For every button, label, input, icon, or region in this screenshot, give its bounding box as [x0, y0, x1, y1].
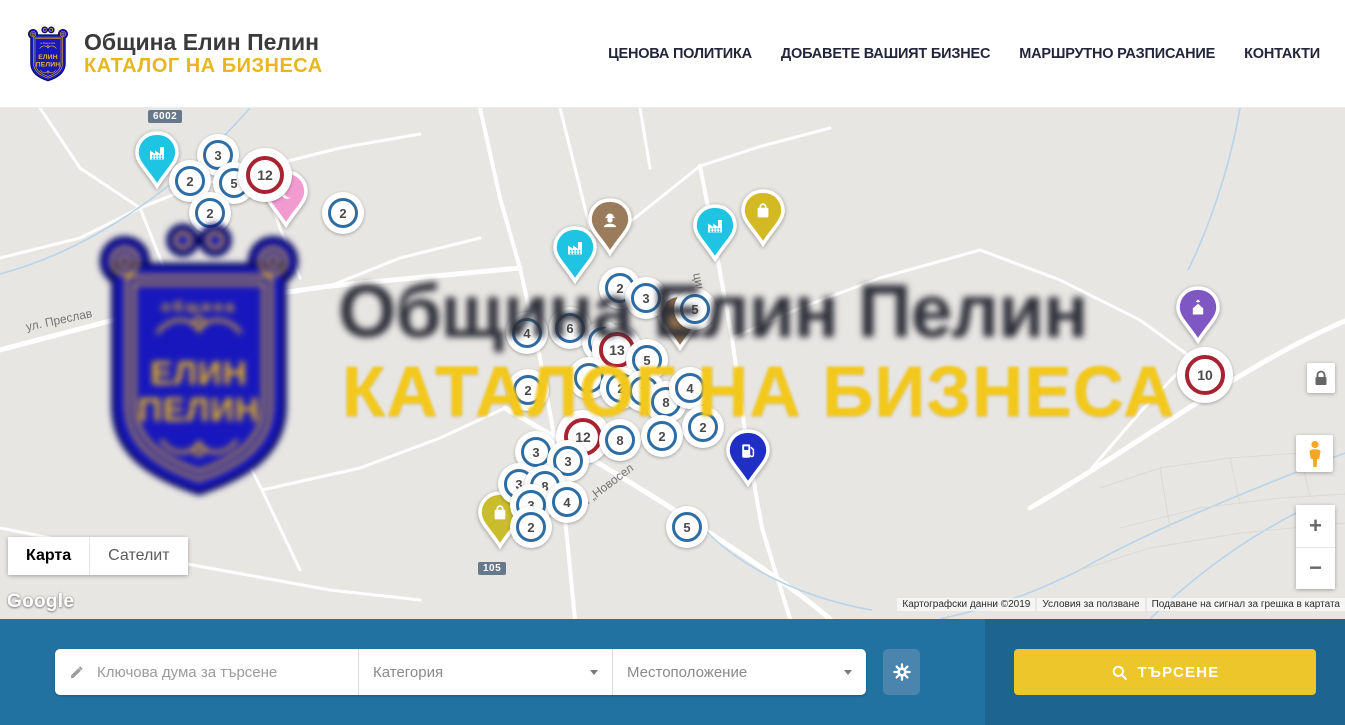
- church-pin[interactable]: [1174, 286, 1222, 349]
- cluster-marker[interactable]: 2: [682, 406, 724, 448]
- cluster-marker[interactable]: 5: [674, 288, 716, 330]
- cluster-marker[interactable]: 2: [510, 506, 552, 548]
- keyword-input[interactable]: [95, 663, 344, 682]
- site-tagline: КАТАЛОГ НА БИЗНЕСА: [84, 55, 323, 78]
- cluster-count: 10: [1185, 355, 1225, 395]
- cluster-count: 4: [552, 487, 582, 517]
- category-value: Категория: [373, 664, 443, 681]
- cluster-marker[interactable]: 10: [1177, 347, 1233, 403]
- search-submit-label: ТЪРСЕНЕ: [1138, 664, 1220, 681]
- map-type-control: Карта Сателит: [8, 537, 188, 575]
- gear-icon: [891, 661, 913, 683]
- cluster-count: 2: [175, 166, 205, 196]
- nav-item-contacts[interactable]: КОНТАКТИ: [1244, 46, 1320, 62]
- zoom-control: + −: [1296, 505, 1335, 589]
- cluster-count: 12: [246, 156, 284, 194]
- chevron-down-icon: [844, 670, 852, 675]
- category-select[interactable]: Категория: [358, 649, 612, 695]
- advanced-settings-button[interactable]: [883, 649, 920, 695]
- header: Община Елин Пелин КАТАЛОГ НА БИЗНЕСА ЦЕН…: [0, 0, 1345, 108]
- search-fields: Категория Местоположение: [55, 649, 866, 695]
- cluster-count: 2: [328, 198, 358, 228]
- chevron-down-icon: [590, 670, 598, 675]
- location-value: Местоположение: [627, 664, 747, 681]
- page: Община Елин Пелин КАТАЛОГ НА БИЗНЕСА ЦЕН…: [0, 0, 1345, 725]
- cluster-marker[interactable]: 2: [322, 192, 364, 234]
- lock-icon: [1314, 370, 1328, 386]
- search-icon: [1111, 664, 1128, 681]
- cluster-marker[interactable]: 12: [238, 148, 292, 202]
- cluster-marker[interactable]: 5: [666, 506, 708, 548]
- search-submit-area: ТЪРСЕНЕ: [985, 619, 1345, 725]
- road-number-label: 6002: [148, 110, 182, 123]
- cluster-count: 2: [647, 421, 677, 451]
- map-type-satellite-button[interactable]: Сателит: [89, 537, 187, 575]
- fuel-pin[interactable]: [724, 429, 772, 492]
- attribution-report-link[interactable]: Подаване на сигнал за грешка в картата: [1147, 598, 1345, 611]
- search-fields-area: Категория Местоположение: [0, 619, 985, 725]
- cluster-marker[interactable]: 2: [507, 369, 549, 411]
- nav-item-add-business[interactable]: ДОБАВЕТЕ ВАШИЯТ БИЗНЕС: [781, 46, 990, 62]
- cluster-marker[interactable]: 4: [669, 367, 711, 409]
- attribution-terms-link[interactable]: Условия за ползване: [1037, 598, 1144, 611]
- street-view-pegman-button[interactable]: [1296, 435, 1333, 472]
- map-type-map-button[interactable]: Карта: [8, 537, 89, 575]
- lock-button[interactable]: [1307, 363, 1335, 393]
- cluster-count: 4: [512, 318, 542, 348]
- cluster-count: 3: [631, 283, 661, 313]
- attribution-copyright: Картографски данни ©2019: [897, 598, 1035, 611]
- bag-pin[interactable]: [739, 189, 787, 252]
- location-select[interactable]: Местоположение: [612, 649, 866, 695]
- cluster-marker[interactable]: 4: [546, 481, 588, 523]
- cluster-count: 2: [688, 412, 718, 442]
- keyword-field[interactable]: [55, 649, 358, 695]
- search-panel: Категория Местоположение: [0, 619, 1345, 725]
- cluster-count: 5: [680, 294, 710, 324]
- nav-item-pricing[interactable]: ЦЕНОВА ПОЛИТИКА: [608, 46, 752, 62]
- cluster-marker[interactable]: 8: [599, 419, 641, 461]
- cluster-marker[interactable]: 2: [189, 192, 231, 234]
- search-submit-button[interactable]: ТЪРСЕНЕ: [1014, 649, 1316, 695]
- nav-item-route-schedule[interactable]: МАРШРУТНО РАЗПИСАНИЕ: [1019, 46, 1215, 62]
- cluster-count: 2: [513, 375, 543, 405]
- pegman-icon: [1304, 440, 1326, 468]
- cluster-count: 4: [675, 373, 705, 403]
- worker-pin[interactable]: [586, 198, 634, 261]
- cluster-count: 2: [195, 198, 225, 228]
- cluster-marker[interactable]: 4: [506, 312, 548, 354]
- google-logo[interactable]: Google: [7, 591, 74, 613]
- zoom-in-button[interactable]: +: [1296, 505, 1335, 548]
- cluster-count: 2: [516, 512, 546, 542]
- factory-pin[interactable]: [691, 204, 739, 267]
- pencil-icon: [69, 663, 85, 681]
- zoom-out-button[interactable]: −: [1296, 548, 1335, 590]
- main-nav: ЦЕНОВА ПОЛИТИКА ДОБАВЕТЕ ВАШИЯТ БИЗНЕС М…: [608, 46, 1320, 62]
- bag-pin-icon: [739, 189, 787, 247]
- cluster-count: 6: [555, 313, 585, 343]
- road-number-label: 105: [478, 562, 506, 575]
- worker-pin-icon: [586, 198, 634, 256]
- church-pin-icon: [1174, 286, 1222, 344]
- fuel-pin-icon: [724, 429, 772, 487]
- cluster-marker[interactable]: 3: [625, 277, 667, 319]
- cluster-count: 5: [672, 512, 702, 542]
- map-canvas[interactable]: ул. Преславбул. „Новоселции“600210532512…: [0, 108, 1345, 619]
- map-attribution: Картографски данни ©2019 Условия за полз…: [897, 598, 1345, 611]
- cluster-marker[interactable]: 2: [641, 415, 683, 457]
- cluster-count: 8: [605, 425, 635, 455]
- municipality-emblem-icon: [25, 24, 71, 84]
- site-logo[interactable]: Община Елин Пелин КАТАЛОГ НА БИЗНЕСА: [25, 24, 323, 84]
- factory-pin-icon: [691, 204, 739, 262]
- site-name: Община Елин Пелин: [84, 29, 323, 55]
